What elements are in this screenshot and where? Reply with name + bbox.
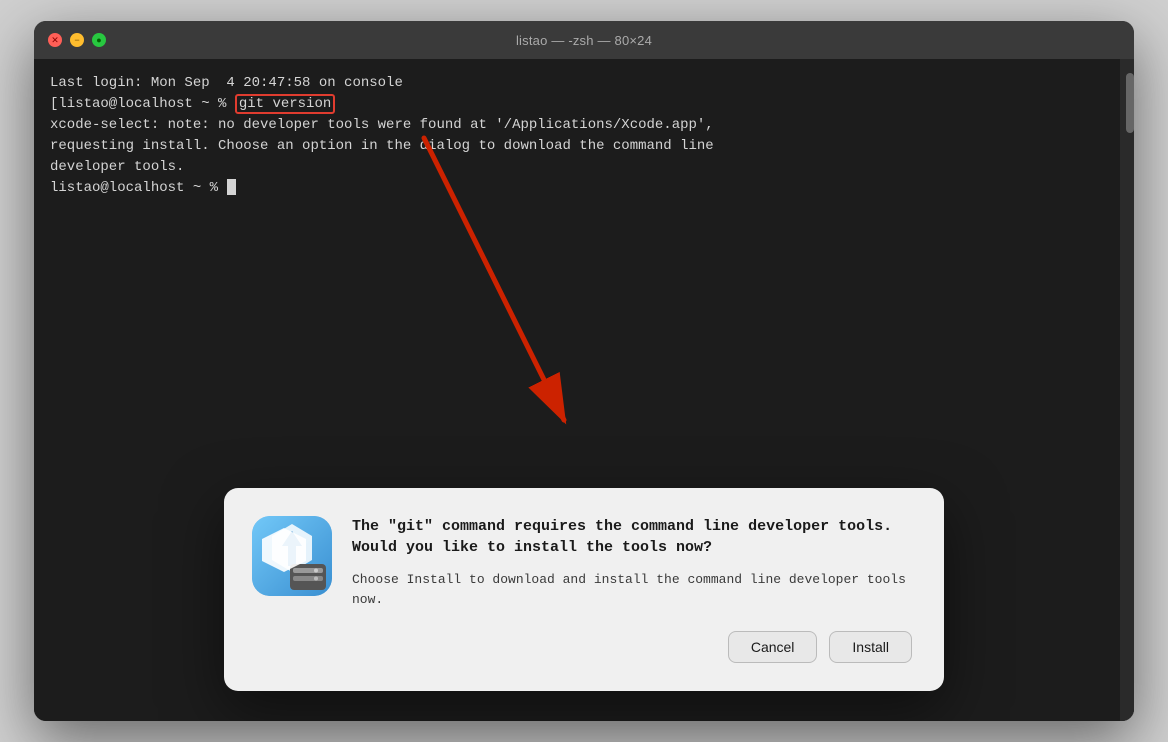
terminal-line-6: listao@localhost ~ %: [50, 178, 1118, 199]
scrollbar-thumb[interactable]: [1126, 73, 1134, 133]
icon-svg: [252, 516, 332, 596]
close-button[interactable]: ✕: [48, 33, 62, 47]
dialog-text-area: The "git" command requires the command l…: [352, 516, 912, 609]
cancel-button[interactable]: Cancel: [728, 631, 818, 663]
terminal-line-1: Last login: Mon Sep 4 20:47:58 on consol…: [50, 73, 1118, 94]
terminal-body[interactable]: Last login: Mon Sep 4 20:47:58 on consol…: [34, 59, 1134, 721]
terminal-window: ✕ − ● listao — -zsh — 80×24 Last login: …: [34, 21, 1134, 721]
dialog-title: The "git" command requires the command l…: [352, 516, 912, 558]
xcode-icon: [252, 516, 332, 596]
install-button[interactable]: Install: [829, 631, 912, 663]
dialog-body: Choose Install to download and install t…: [352, 570, 912, 609]
scrollbar[interactable]: [1120, 59, 1134, 721]
dialog-content: The "git" command requires the command l…: [252, 516, 912, 609]
git-command-highlight: git version: [235, 94, 335, 114]
window-title: listao — -zsh — 80×24: [516, 33, 652, 48]
terminal-line-5: developer tools.: [50, 157, 1118, 178]
traffic-lights: ✕ − ●: [48, 33, 106, 47]
terminal-line-3: xcode-select: note: no developer tools w…: [50, 115, 1118, 136]
terminal-line-2: [listao@localhost ~ % git version: [50, 94, 1118, 115]
title-bar: ✕ − ● listao — -zsh — 80×24: [34, 21, 1134, 59]
minimize-button[interactable]: −: [70, 33, 84, 47]
maximize-button[interactable]: ●: [92, 33, 106, 47]
dialog-icon: [252, 516, 332, 596]
dialog-buttons: Cancel Install: [252, 631, 912, 663]
install-tools-dialog[interactable]: The "git" command requires the command l…: [224, 488, 944, 691]
terminal-line-4: requesting install. Choose an option in …: [50, 136, 1118, 157]
